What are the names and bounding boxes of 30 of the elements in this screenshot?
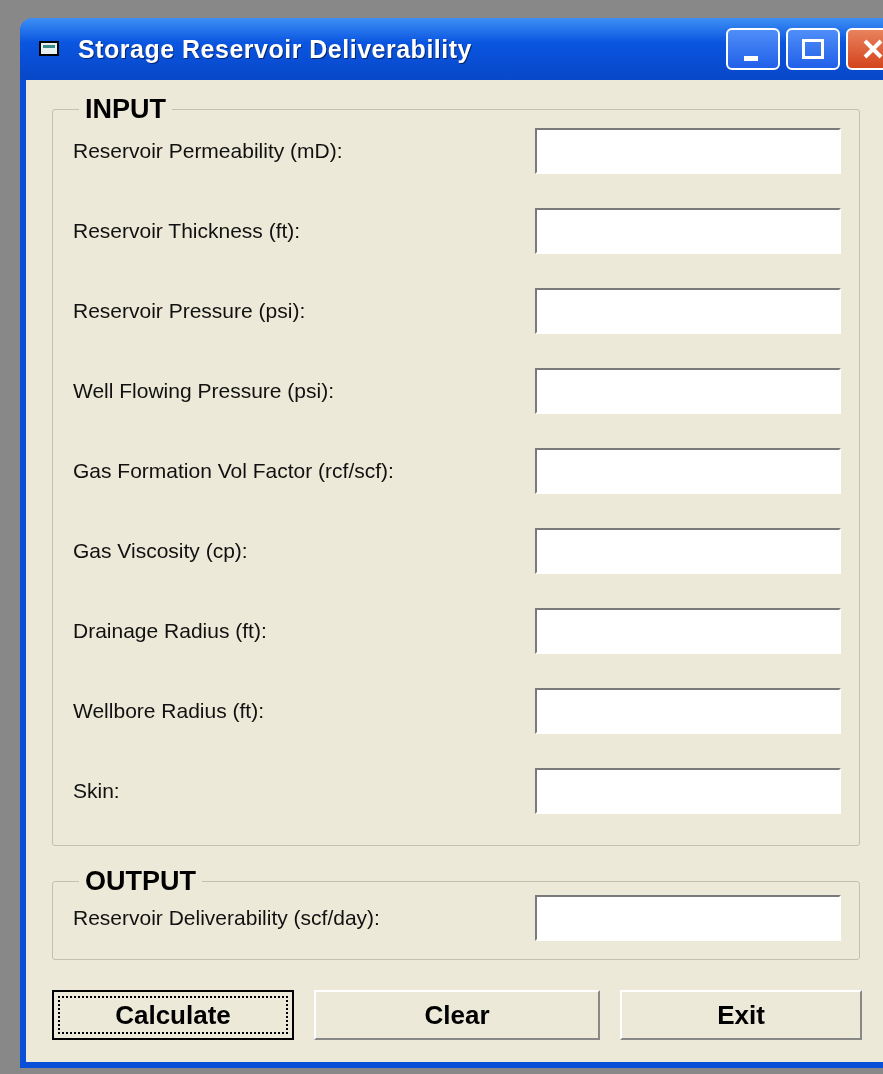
input-field[interactable] xyxy=(535,768,841,814)
input-field[interactable] xyxy=(535,368,841,414)
input-field[interactable] xyxy=(535,448,841,494)
group-title: OUTPUT xyxy=(84,866,197,897)
action-button[interactable]: Calculate xyxy=(52,990,294,1040)
maximize-button[interactable] xyxy=(786,28,840,70)
maximize-icon xyxy=(802,39,824,59)
input-field[interactable] xyxy=(535,688,841,734)
input-field[interactable] xyxy=(535,208,841,254)
input-field[interactable] xyxy=(535,128,841,174)
field-label: Reservoir Permeability (mD): xyxy=(73,139,343,163)
input-field[interactable] xyxy=(535,528,841,574)
action-button[interactable]: Exit xyxy=(620,990,862,1040)
input-field[interactable] xyxy=(535,288,841,334)
input-field[interactable] xyxy=(535,608,841,654)
field-label: Wellbore Radius (ft): xyxy=(73,699,264,723)
field-label: Skin: xyxy=(73,779,120,803)
group-title: INPUT xyxy=(84,94,167,125)
field-label: Reservoir Thickness (ft): xyxy=(73,219,301,243)
close-icon xyxy=(862,38,883,60)
window-title: Storage Reservoir Deliverability xyxy=(78,34,472,64)
field-label: Reservoir Deliverability (scf/day): xyxy=(73,906,380,930)
field-label: Gas Viscosity (cp): xyxy=(73,539,248,563)
output-field[interactable] xyxy=(535,895,841,941)
minimize-button[interactable] xyxy=(726,28,780,70)
field-label: Well Flowing Pressure (psi): xyxy=(73,379,334,403)
field-label: Gas Formation Vol Factor (rcf/scf): xyxy=(73,459,394,483)
field-label: Drainage Radius (ft): xyxy=(73,619,267,643)
field-label: Reservoir Pressure (psi): xyxy=(73,299,306,323)
action-button[interactable]: Clear xyxy=(314,990,600,1040)
